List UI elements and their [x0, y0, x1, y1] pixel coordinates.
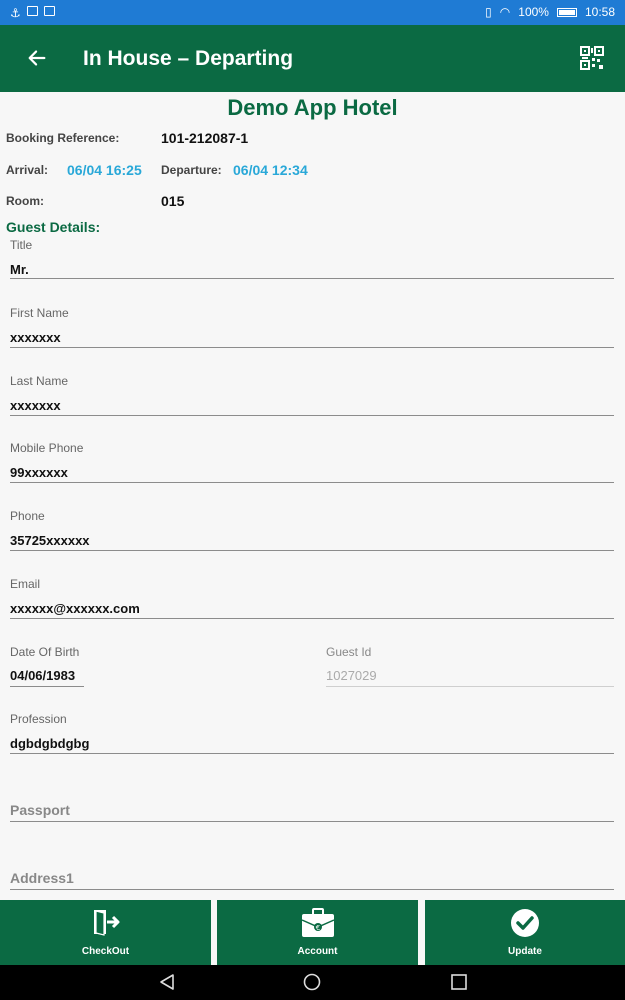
first-name-input[interactable]: xxxxxxx	[10, 330, 61, 345]
address1-input[interactable]: Address1	[10, 870, 74, 886]
guest-details-heading: Guest Details:	[6, 219, 101, 235]
room-label: Room:	[6, 194, 44, 208]
title-label: Title	[10, 238, 33, 252]
guest-id-label: Guest Id	[326, 645, 372, 659]
profession-field[interactable]: Profession dgbdgbdgbg	[10, 712, 614, 756]
nav-back-icon[interactable]	[158, 973, 176, 991]
arrival-label: Arrival:	[6, 163, 49, 177]
date-of-birth-field[interactable]: Date Of Birth 04/06/1983	[10, 645, 84, 689]
image-icon	[26, 6, 38, 16]
profession-underline	[10, 753, 614, 754]
email-input[interactable]: xxxxxx@xxxxxx.com	[10, 601, 140, 616]
bottom-action-bar: CheckOut € Account Update	[0, 900, 625, 965]
guest-id-underline	[326, 686, 614, 687]
svg-text:€: €	[315, 924, 319, 932]
battery-icon	[556, 7, 577, 17]
mobile-phone-label: Mobile Phone	[10, 441, 84, 455]
email-label: Email	[10, 577, 41, 591]
first-name-underline	[10, 347, 614, 348]
phone-input[interactable]: 35725xxxxxx	[10, 533, 90, 548]
date-of-birth-label: Date Of Birth	[10, 645, 80, 659]
wifi-icon: ◠	[499, 5, 511, 19]
departure-value: 06/04 12:34	[233, 162, 308, 178]
status-bar: ⚓ ▯ ◠ 100% 10:58	[0, 0, 625, 25]
system-nav-bar	[0, 965, 625, 1000]
phone-field[interactable]: Phone 35725xxxxxx	[10, 509, 614, 553]
last-name-field[interactable]: Last Name xxxxxxx	[10, 374, 614, 418]
qr-code-icon[interactable]	[580, 46, 604, 70]
first-name-label: First Name	[10, 306, 69, 320]
vibrate-icon: ▯	[485, 5, 492, 19]
nav-recents-icon[interactable]	[450, 973, 468, 991]
phone-underline	[10, 550, 614, 551]
departure-label: Departure:	[161, 163, 222, 177]
usb-icon: ⚓	[10, 6, 21, 20]
account-label: Account	[297, 946, 338, 957]
booking-reference-value: 101-212087-1	[161, 130, 249, 146]
title-field[interactable]: Title Mr.	[10, 238, 614, 280]
check-circle-icon	[511, 909, 539, 937]
last-name-input[interactable]: xxxxxxx	[10, 398, 61, 413]
clock: 10:58	[584, 5, 615, 19]
checkout-door-icon	[93, 910, 119, 936]
guest-id-value: 1027029	[326, 668, 377, 683]
title-underline	[10, 278, 614, 279]
back-arrow-icon[interactable]	[26, 47, 48, 69]
page-title: In House – Departing	[83, 47, 294, 70]
room-value: 015	[161, 193, 185, 209]
nav-home-icon[interactable]	[303, 973, 321, 991]
mobile-phone-input[interactable]: 99xxxxxx	[10, 465, 68, 480]
address1-underline	[10, 889, 614, 890]
mobile-phone-underline	[10, 482, 614, 483]
hotel-name: Demo App Hotel	[227, 95, 398, 120]
passport-underline	[10, 821, 614, 822]
phone-label: Phone	[10, 509, 45, 523]
arrival-value: 06/04 16:25	[67, 162, 142, 178]
briefcase-euro-icon: €	[301, 908, 334, 937]
mobile-phone-field[interactable]: Mobile Phone 99xxxxxx	[10, 441, 614, 485]
passport-input[interactable]: Passport	[10, 802, 70, 818]
battery-percent: 100%	[518, 5, 549, 19]
checkout-button[interactable]: CheckOut	[0, 900, 211, 965]
email-underline	[10, 618, 614, 619]
address1-field[interactable]: Address1	[10, 848, 614, 892]
guest-id-field: Guest Id 1027029	[326, 645, 614, 689]
update-label: Update	[508, 946, 542, 957]
app-bar: In House – Departing	[0, 25, 625, 92]
passport-field[interactable]: Passport	[10, 780, 614, 824]
last-name-label: Last Name	[10, 374, 69, 388]
profession-label: Profession	[10, 712, 67, 726]
booking-reference-label: Booking Reference:	[6, 131, 120, 145]
profession-input[interactable]: dgbdgbdgbg	[10, 736, 89, 751]
first-name-field[interactable]: First Name xxxxxxx	[10, 306, 614, 350]
date-of-birth-underline	[10, 686, 84, 687]
mail-icon	[43, 6, 55, 16]
account-button[interactable]: € Account	[217, 900, 418, 965]
date-of-birth-input[interactable]: 04/06/1983	[10, 668, 75, 683]
last-name-underline	[10, 415, 614, 416]
email-field[interactable]: Email xxxxxx@xxxxxx.com	[10, 577, 614, 621]
title-value[interactable]: Mr.	[10, 262, 29, 277]
checkout-label: CheckOut	[81, 946, 130, 957]
update-button[interactable]: Update	[425, 900, 625, 965]
